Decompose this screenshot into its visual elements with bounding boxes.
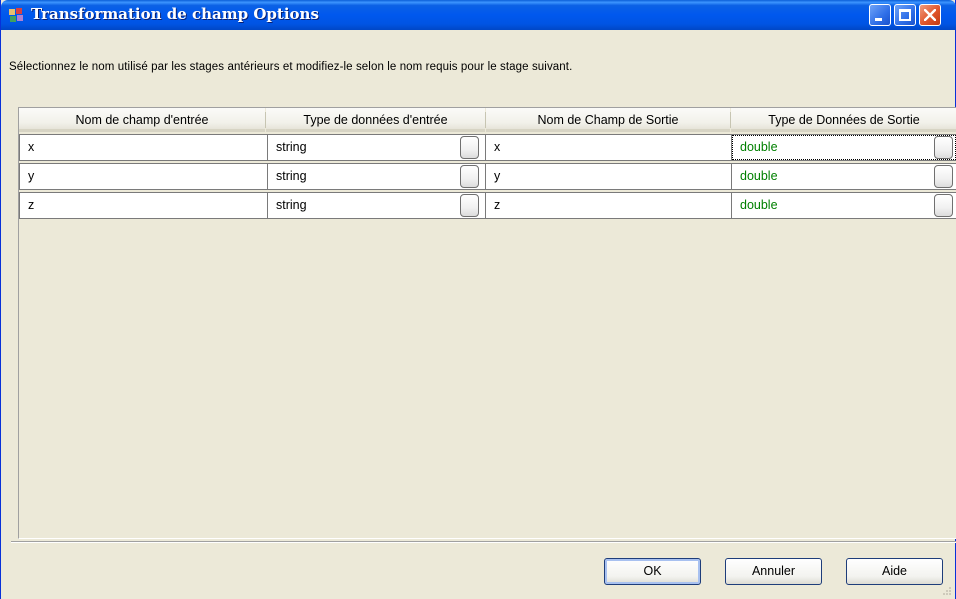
input-type-dropdown-button[interactable] xyxy=(460,136,479,159)
output-type-dropdown-button[interactable] xyxy=(934,136,953,159)
table-row: x string x double xyxy=(19,134,956,163)
dialog-window: Transformation de champ Options Sélectio… xyxy=(0,0,956,599)
resize-grip-icon[interactable] xyxy=(942,586,952,596)
column-header-output-name[interactable]: Nom de Champ de Sortie xyxy=(486,108,730,132)
output-name-cell[interactable]: y xyxy=(485,163,731,190)
title-bar[interactable]: Transformation de champ Options xyxy=(1,0,956,30)
output-type-cell[interactable]: double xyxy=(731,134,956,161)
column-header-input-name[interactable]: Nom de champ d'entrée xyxy=(19,108,265,132)
column-header-input-type[interactable]: Type de données d'entrée xyxy=(266,108,485,132)
output-type-cell[interactable]: double xyxy=(731,192,956,219)
input-type-dropdown-button[interactable] xyxy=(460,165,479,188)
input-type-cell[interactable]: string xyxy=(267,192,485,219)
close-icon xyxy=(924,9,936,21)
divider xyxy=(11,541,956,543)
help-button[interactable]: Aide xyxy=(846,558,943,585)
ok-button[interactable]: OK xyxy=(604,558,701,585)
cancel-button[interactable]: Annuler xyxy=(725,558,822,585)
output-name-cell[interactable]: x xyxy=(485,134,731,161)
table-row: z string z double xyxy=(19,192,956,221)
table-row: y string y double xyxy=(19,163,956,192)
instruction-text: Sélectionnez le nom utilisé par les stag… xyxy=(9,61,573,73)
output-type-dropdown-button[interactable] xyxy=(934,194,953,217)
output-type-dropdown-button[interactable] xyxy=(934,165,953,188)
input-type-cell[interactable]: string xyxy=(267,163,485,190)
maximize-button[interactable] xyxy=(894,4,916,26)
app-icon xyxy=(9,8,23,22)
window-title: Transformation de champ Options xyxy=(31,5,319,23)
input-type-cell[interactable]: string xyxy=(267,134,485,161)
output-name-cell[interactable]: z xyxy=(485,192,731,219)
output-type-cell[interactable]: double xyxy=(731,163,956,190)
close-button[interactable] xyxy=(919,4,941,26)
column-header-output-type[interactable]: Type de Données de Sortie xyxy=(731,108,956,132)
input-name-cell[interactable]: x xyxy=(19,134,267,161)
input-type-dropdown-button[interactable] xyxy=(460,194,479,217)
minimize-button[interactable] xyxy=(869,4,891,26)
input-name-cell[interactable]: y xyxy=(19,163,267,190)
input-name-cell[interactable]: z xyxy=(19,192,267,219)
